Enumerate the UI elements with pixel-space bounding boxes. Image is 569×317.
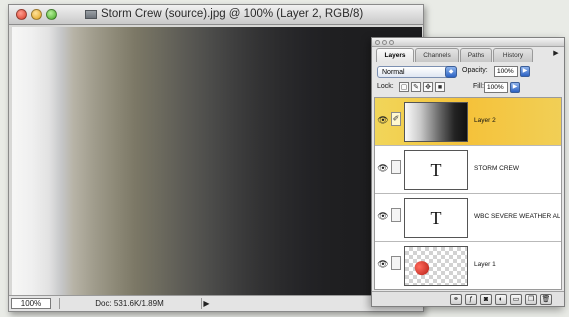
eye-icon[interactable]: 👁 — [377, 258, 389, 270]
opacity-slider-arrow-icon[interactable]: ▶ — [520, 66, 530, 77]
fill-field[interactable]: 100% — [484, 82, 508, 93]
palette-minimize-button[interactable] — [382, 40, 387, 45]
palette-menu-arrow-icon[interactable]: ▶ — [551, 49, 561, 59]
tab-history[interactable]: History — [493, 48, 533, 62]
layer-row-layer-1[interactable]: 👁 Layer 1 — [375, 242, 561, 289]
document-status-bar: 100% Doc: 531.6K/1.89M ▶ — [9, 295, 423, 311]
eye-icon[interactable]: 👁 — [377, 114, 389, 126]
layer-thumbnail — [404, 246, 468, 286]
lock-all-icon[interactable]: ■ — [435, 82, 445, 92]
tab-paths[interactable]: Paths — [460, 48, 492, 62]
blend-mode-select[interactable]: Normal ◆ — [377, 66, 457, 78]
document-titlebar[interactable]: Storm Crew (source).jpg @ 100% (Layer 2,… — [9, 5, 423, 25]
text-layer-thumbnail-icon: T — [404, 150, 468, 190]
document-window: Storm Crew (source).jpg @ 100% (Layer 2,… — [8, 4, 424, 312]
opacity-label: Opacity: — [462, 67, 488, 74]
status-menu-arrow-icon[interactable]: ▶ — [201, 298, 211, 309]
palette-footer: ⚭ ƒ ◙ ◐ ▭ ❐ 🗑 — [372, 291, 564, 306]
lock-image-icon[interactable]: ✎ — [411, 82, 421, 92]
adjustment-layer-icon[interactable]: ◐ — [495, 294, 507, 305]
link-layers-icon[interactable]: ⚭ — [450, 294, 462, 305]
new-group-icon[interactable]: ▭ — [510, 294, 522, 305]
text-layer-thumbnail-icon: T — [404, 198, 468, 238]
layer-name: Layer 2 — [474, 117, 496, 124]
brush-icon[interactable]: ✐ — [391, 112, 401, 126]
lock-position-icon[interactable]: ✥ — [423, 82, 433, 92]
palette-tabs: Layers Channels Paths History — [374, 48, 562, 62]
opacity-field[interactable]: 100% — [494, 66, 518, 77]
lock-transparency-icon[interactable]: ▢ — [399, 82, 409, 92]
minimize-window-button[interactable] — [31, 9, 42, 20]
layers-palette: Layers Channels Paths History ▶ Normal ◆… — [371, 37, 565, 307]
layer-style-icon[interactable]: ƒ — [465, 294, 477, 305]
trash-icon[interactable]: 🗑 — [540, 294, 552, 305]
tab-layers[interactable]: Layers — [376, 48, 414, 62]
logo-shape-icon — [413, 259, 431, 277]
blend-mode-value: Normal — [382, 69, 405, 76]
layer-name: STORM CREW — [474, 165, 520, 172]
link-slot[interactable] — [391, 256, 401, 270]
link-slot[interactable] — [391, 208, 401, 222]
lock-label: Lock: — [377, 83, 394, 90]
layer-list: 👁 ✐ Layer 2 👁 T STORM CREW 👁 T WBC SEVER… — [374, 97, 562, 290]
tab-channels[interactable]: Channels — [415, 48, 459, 62]
palette-titlebar[interactable] — [372, 38, 564, 47]
palette-close-button[interactable] — [375, 40, 380, 45]
chevron-updown-icon[interactable]: ◆ — [445, 66, 457, 78]
document-size-info: Doc: 531.6K/1.89M — [59, 298, 199, 309]
image-canvas[interactable] — [12, 27, 422, 295]
layer-row-wbc-severe-weather[interactable]: 👁 T WBC SEVERE WEATHER AL... — [375, 194, 561, 242]
zoom-window-button[interactable] — [46, 9, 57, 20]
layer-name: Layer 1 — [474, 261, 496, 268]
link-slot[interactable] — [391, 160, 401, 174]
palette-zoom-button[interactable] — [389, 40, 394, 45]
layer-thumbnail — [404, 102, 468, 142]
layer-row-layer-2[interactable]: 👁 ✐ Layer 2 — [375, 98, 561, 146]
zoom-level-field[interactable]: 100% — [11, 298, 51, 309]
blend-opacity-row: Normal ◆ Opacity: 100% ▶ — [372, 64, 564, 80]
fill-label: Fill: — [473, 83, 484, 90]
close-window-button[interactable] — [16, 9, 27, 20]
document-file-icon — [85, 10, 97, 19]
document-title: Storm Crew (source).jpg @ 100% (Layer 2,… — [101, 8, 364, 20]
fill-slider-arrow-icon[interactable]: ▶ — [510, 82, 520, 93]
layer-row-storm-crew[interactable]: 👁 T STORM CREW — [375, 146, 561, 194]
eye-icon[interactable]: 👁 — [377, 210, 389, 222]
layer-name: WBC SEVERE WEATHER AL... — [474, 213, 560, 220]
mask-icon[interactable]: ◙ — [480, 294, 492, 305]
eye-icon[interactable]: 👁 — [377, 162, 389, 174]
lock-fill-row: Lock: ▢ ✎ ✥ ■ Fill: 100% ▶ — [372, 81, 564, 95]
new-layer-icon[interactable]: ❐ — [525, 294, 537, 305]
